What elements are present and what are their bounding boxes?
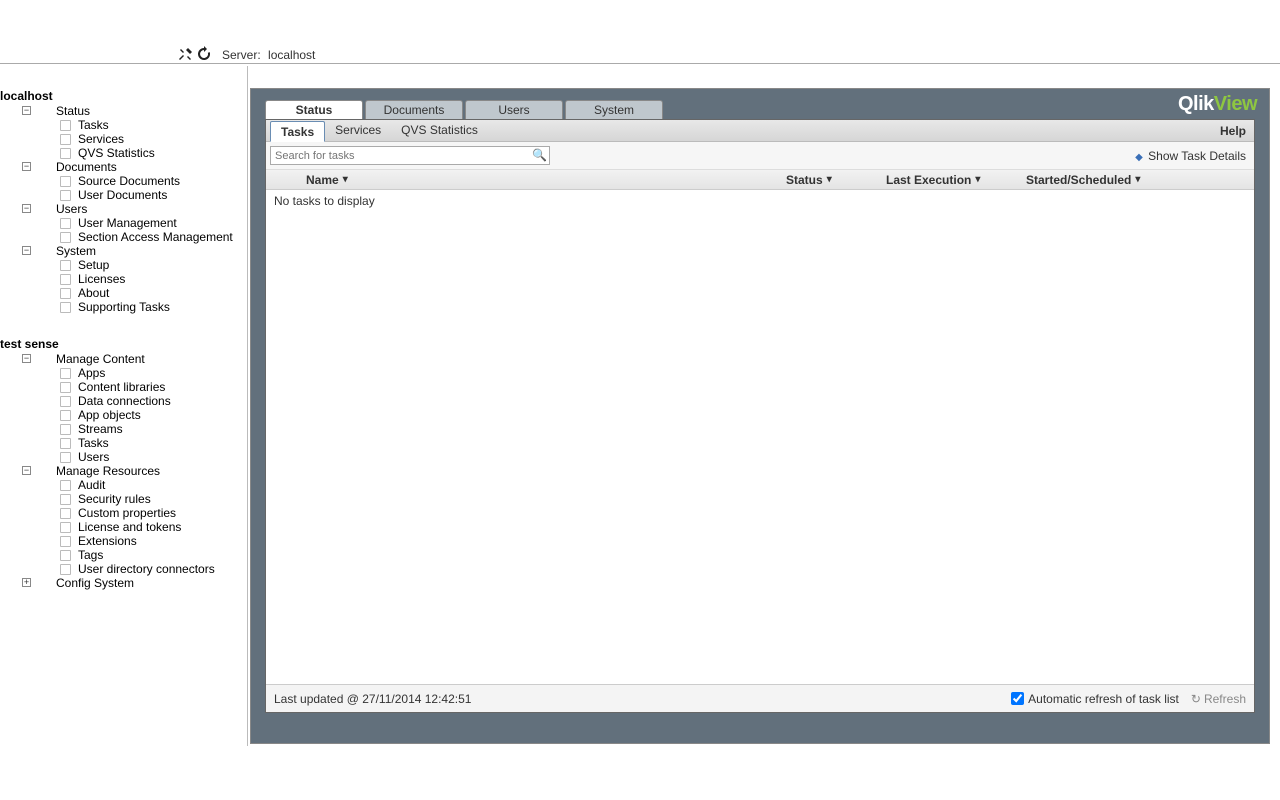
filter-icon[interactable]: ▾ [343, 174, 348, 185]
tree-expander[interactable]: + [22, 578, 31, 587]
server-label: Server: [222, 48, 261, 62]
subtab-services[interactable]: Services [325, 120, 391, 142]
tree-item[interactable]: Apps [0, 366, 247, 380]
tree-checkbox[interactable] [60, 536, 71, 547]
tree-item[interactable]: Tasks [0, 436, 247, 450]
refresh-link[interactable]: ↻ Refresh [1191, 692, 1246, 706]
tree-checkbox[interactable] [60, 522, 71, 533]
column-header-status[interactable]: Status▾ [786, 173, 886, 187]
server-value: localhost [268, 48, 315, 62]
tree-checkbox[interactable] [60, 410, 71, 421]
tree-expander[interactable]: − [22, 106, 31, 115]
tree-checkbox[interactable] [60, 190, 71, 201]
tree-checkbox[interactable] [60, 274, 71, 285]
tree-root[interactable]: localhost [0, 88, 247, 104]
tree-checkbox[interactable] [60, 550, 71, 561]
tree-item[interactable]: Tags [0, 548, 247, 562]
tree-checkbox[interactable] [60, 288, 71, 299]
help-link[interactable]: Help [1220, 124, 1246, 138]
tree-expander[interactable]: − [22, 204, 31, 213]
tree-checkbox[interactable] [60, 424, 71, 435]
tab-status[interactable]: Status [265, 100, 363, 120]
tree-checkbox[interactable] [60, 452, 71, 463]
tree-item[interactable]: User Management [0, 216, 247, 230]
empty-message: No tasks to display [266, 190, 1254, 212]
tree-item[interactable]: Section Access Management [0, 230, 247, 244]
tree-checkbox[interactable] [60, 302, 71, 313]
tree-item[interactable]: Source Documents [0, 174, 247, 188]
tree-checkbox[interactable] [60, 438, 71, 449]
subtab-qvs-statistics[interactable]: QVS Statistics [391, 120, 488, 142]
tree-group[interactable]: Config System [18, 576, 247, 590]
tree-item[interactable]: About [0, 286, 247, 300]
tree-item[interactable]: Content libraries [0, 380, 247, 394]
tree-checkbox[interactable] [60, 218, 71, 229]
tree-checkbox[interactable] [60, 148, 71, 159]
filter-icon[interactable]: ▾ [827, 174, 832, 185]
tree-checkbox[interactable] [60, 260, 71, 271]
tree-item[interactable]: User directory connectors [0, 562, 247, 576]
tree-item[interactable]: Licenses [0, 272, 247, 286]
refresh-icon[interactable] [196, 46, 212, 65]
tree-item[interactable]: App objects [0, 408, 247, 422]
column-header-started-scheduled[interactable]: Started/Scheduled▾ [1026, 173, 1176, 187]
tree-group[interactable]: Users [18, 202, 247, 216]
tree-item[interactable]: Supporting Tasks [0, 300, 247, 314]
tree-item[interactable]: License and tokens [0, 520, 247, 534]
tree-group[interactable]: Manage Resources [18, 464, 247, 478]
tree-checkbox[interactable] [60, 494, 71, 505]
tree-group[interactable]: Manage Content [18, 352, 247, 366]
tree-checkbox[interactable] [60, 176, 71, 187]
tree-checkbox[interactable] [60, 232, 71, 243]
tree-group[interactable]: Status [18, 104, 247, 118]
auto-refresh-toggle[interactable]: Automatic refresh of task list [1011, 692, 1179, 706]
last-updated-text: Last updated @ 27/11/2014 12:42:51 [274, 692, 471, 706]
filter-icon[interactable]: ▾ [975, 174, 980, 185]
tab-system[interactable]: System [565, 100, 663, 120]
expand-icon: ◆ [1135, 152, 1143, 163]
tree-checkbox[interactable] [60, 382, 71, 393]
tree-item[interactable]: Data connections [0, 394, 247, 408]
tree-checkbox[interactable] [60, 564, 71, 575]
filter-icon[interactable]: ▾ [1135, 174, 1140, 185]
tree-checkbox[interactable] [60, 134, 71, 145]
tree-checkbox[interactable] [60, 396, 71, 407]
tree-expander[interactable]: − [22, 466, 31, 475]
brand-logo: QlikView [1178, 93, 1257, 116]
show-task-details-link[interactable]: ◆ Show Task Details [1135, 149, 1246, 163]
subtab-tasks[interactable]: Tasks [270, 121, 325, 142]
tree-item[interactable]: Setup [0, 258, 247, 272]
tab-documents[interactable]: Documents [365, 100, 463, 120]
tools-icon[interactable] [178, 46, 194, 65]
tree-expander[interactable]: − [22, 354, 31, 363]
tree-expander[interactable]: − [22, 246, 31, 255]
tree-checkbox[interactable] [60, 508, 71, 519]
tree-item[interactable]: Security rules [0, 492, 247, 506]
search-icon[interactable]: 🔍 [532, 148, 547, 162]
column-header-last-execution[interactable]: Last Execution▾ [886, 173, 1026, 187]
tree-item[interactable]: Extensions [0, 534, 247, 548]
tree-item[interactable]: Tasks [0, 118, 247, 132]
tab-users[interactable]: Users [465, 100, 563, 120]
tree-item[interactable]: User Documents [0, 188, 247, 202]
sidebar-tree: localhost−StatusTasksServicesQVS Statist… [0, 66, 248, 746]
tree-item[interactable]: Audit [0, 478, 247, 492]
tree-item[interactable]: Services [0, 132, 247, 146]
tree-expander[interactable]: − [22, 162, 31, 171]
tree-root[interactable]: test sense [0, 336, 247, 352]
tree-item[interactable]: Users [0, 450, 247, 464]
tree-item[interactable]: Custom properties [0, 506, 247, 520]
tree-item[interactable]: QVS Statistics [0, 146, 247, 160]
tree-group[interactable]: Documents [18, 160, 247, 174]
tree-checkbox[interactable] [60, 480, 71, 491]
tree-group[interactable]: System [18, 244, 247, 258]
refresh-icon: ↻ [1191, 692, 1201, 706]
tree-checkbox[interactable] [60, 120, 71, 131]
search-input[interactable] [270, 146, 550, 165]
tree-item[interactable]: Streams [0, 422, 247, 436]
tree-checkbox[interactable] [60, 368, 71, 379]
column-header-name[interactable]: Name▾ [306, 173, 786, 187]
